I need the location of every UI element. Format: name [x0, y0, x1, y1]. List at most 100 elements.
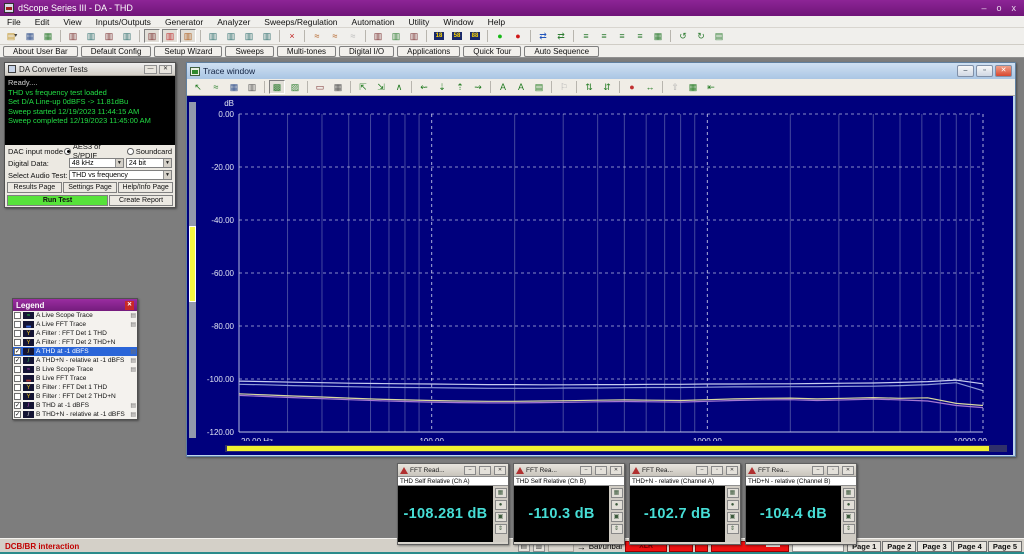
branch-up-icon[interactable]: ⇅ — [581, 80, 597, 94]
legend-checkbox[interactable] — [14, 330, 21, 337]
chart-vertical-scrollbar[interactable] — [189, 102, 196, 438]
io-c-icon[interactable]: ▥ — [241, 29, 257, 43]
zoom-fit-icon[interactable]: ∧ — [391, 80, 407, 94]
meter-minimize-button[interactable]: – — [580, 466, 592, 475]
meter-b-icon[interactable]: ▥ — [388, 29, 404, 43]
da-close-button[interactable]: ✕ — [159, 65, 172, 74]
smooth-trace-icon[interactable]: ≈ — [208, 80, 224, 94]
legend-close-button[interactable]: ✕ — [125, 301, 134, 310]
meter-tool-icon[interactable]: ▣ — [611, 512, 623, 522]
meter-tool-icon[interactable]: ⇕ — [611, 524, 623, 534]
axis-a-icon[interactable]: A — [495, 80, 511, 94]
meter-tool-icon[interactable]: ● — [727, 500, 739, 510]
setup-wizard-button[interactable]: Setup Wizard — [154, 46, 222, 57]
meter-tool-icon[interactable]: ▦ — [495, 488, 507, 498]
meter-minimize-button[interactable]: – — [812, 466, 824, 475]
menu-automation[interactable]: Automation — [345, 17, 402, 27]
pointer-icon[interactable]: ↖ — [190, 80, 206, 94]
ac-coupling-b-icon[interactable]: ≈ — [327, 29, 343, 43]
stop-icon[interactable]: ● — [510, 29, 526, 43]
legend-item-b-thd-n-relative-at-1-dbfs[interactable]: ✓/B THD+N - relative at -1 dBFS▤ — [13, 410, 137, 419]
analyzer-a-icon[interactable]: ▥ — [144, 29, 160, 43]
io-d-icon[interactable]: ▥ — [259, 29, 275, 43]
maximize-button[interactable]: o — [996, 3, 1001, 13]
legend-checkbox[interactable] — [14, 366, 21, 373]
legend-checkbox[interactable]: ✓ — [14, 348, 21, 355]
trace-doc-icon[interactable]: ▤ — [130, 366, 136, 373]
meter-tool-icon[interactable]: ● — [611, 500, 623, 510]
meter-tool-icon[interactable]: ● — [843, 500, 855, 510]
chart-export-icon[interactable]: ▨ — [287, 80, 303, 94]
script-4-icon[interactable]: ≡ — [632, 29, 648, 43]
trace-doc-icon[interactable]: ▤ — [130, 348, 136, 355]
meter-tool-icon[interactable]: ▣ — [495, 512, 507, 522]
flag-icon[interactable]: ⚐ — [556, 80, 572, 94]
save-icon[interactable]: ▦ — [22, 29, 38, 43]
meter-tool-icon[interactable]: ▣ — [727, 512, 739, 522]
legend-item-a-live-fft-trace[interactable]: ▂A Live FFT Trace▤ — [13, 320, 137, 329]
cursor-track-icon[interactable]: ⇤ — [703, 80, 719, 94]
trace-doc-icon[interactable]: ▤ — [130, 312, 136, 319]
meter-maximize-button[interactable]: ▫ — [827, 466, 839, 475]
legend-item-b-live-scope-trace[interactable]: ≈B Live Scope Trace▤ — [13, 365, 137, 374]
trace-close-button[interactable]: ✕ — [995, 65, 1012, 77]
meter-tool-icon[interactable]: ⇕ — [495, 524, 507, 534]
sample-rate-select[interactable]: 48 kHz▼ — [69, 158, 124, 168]
trace-doc-icon[interactable]: ▤ — [130, 411, 136, 418]
menu-sweeps-regulation[interactable]: Sweeps/Regulation — [257, 17, 344, 27]
meter-maximize-button[interactable]: ▫ — [595, 466, 607, 475]
legend-checkbox[interactable] — [14, 321, 21, 328]
meter-tool-icon[interactable]: ▦ — [611, 488, 623, 498]
menu-window[interactable]: Window — [436, 17, 480, 27]
legend-checkbox[interactable] — [14, 375, 21, 382]
meter-titlebar[interactable]: FFT Rea... –▫✕ — [630, 464, 740, 476]
applications-button[interactable]: Applications — [397, 46, 460, 57]
run-icon[interactable]: ● — [492, 29, 508, 43]
save-trace-icon[interactable]: ▦ — [226, 80, 242, 94]
legend-titlebar[interactable]: Legend ✕ — [13, 299, 137, 311]
page-3-button[interactable]: Page 3 — [917, 541, 951, 552]
menu-edit[interactable]: Edit — [28, 17, 57, 27]
aes3-radio[interactable] — [64, 148, 71, 155]
pan-up-icon[interactable]: ⇡ — [452, 80, 468, 94]
menu-utility[interactable]: Utility — [402, 17, 437, 27]
legend-checkbox[interactable] — [14, 312, 21, 319]
transfer-a-icon[interactable]: ⇄ — [535, 29, 551, 43]
undo-icon[interactable]: ↺ — [675, 29, 691, 43]
page-2-button[interactable]: Page 2 — [882, 541, 916, 552]
meter-minimize-button[interactable]: – — [464, 466, 476, 475]
legend-item-a-filter-fft-det-1-thd[interactable]: YA Filter : FFT Det 1 THD — [13, 329, 137, 338]
chart-horizontal-scrollbar[interactable] — [225, 445, 1007, 452]
soundcard-radio[interactable] — [127, 148, 134, 155]
legend-checkbox[interactable]: ✓ — [14, 411, 21, 418]
create-report-button[interactable]: Create Report — [109, 195, 173, 206]
transfer-b-icon[interactable]: ⇄ — [553, 29, 569, 43]
grid-icon[interactable]: ▦ — [330, 80, 346, 94]
settings-page-button[interactable]: Settings Page — [63, 182, 118, 193]
chart-mode-icon[interactable]: ▦ — [685, 80, 701, 94]
menu-generator[interactable]: Generator — [158, 17, 210, 27]
analyzer-c-icon[interactable]: ▥ — [180, 29, 196, 43]
zoom-y-icon[interactable]: ⇲ — [373, 80, 389, 94]
meter-tool-icon[interactable]: ● — [495, 500, 507, 510]
menu-view[interactable]: View — [56, 17, 88, 27]
script-2-icon[interactable]: ≡ — [596, 29, 612, 43]
meter-maximize-button[interactable]: ▫ — [479, 466, 491, 475]
copy-trace-icon[interactable]: ▥ — [244, 80, 260, 94]
meter-maximize-button[interactable]: ▫ — [711, 466, 723, 475]
auto-sequence-button[interactable]: Auto Sequence — [524, 46, 599, 57]
delete-icon[interactable]: × — [284, 29, 300, 43]
overlay-icon[interactable]: ⇧ — [667, 80, 683, 94]
horizontal-scroll-thumb[interactable] — [227, 446, 989, 451]
trace-doc-icon[interactable]: ▤ — [130, 357, 136, 364]
legend-item-b-thd-at-1-dbfs[interactable]: ✓/B THD at -1 dBFS▤ — [13, 401, 137, 410]
generator-a-icon[interactable]: ▥ — [65, 29, 81, 43]
close-button[interactable]: x — [1012, 3, 1017, 13]
branch-down-icon[interactable]: ⇵ — [599, 80, 615, 94]
meter-tool-icon[interactable]: ▣ — [843, 512, 855, 522]
script-3-icon[interactable]: ≡ — [614, 29, 630, 43]
page-5-button[interactable]: Page 5 — [988, 541, 1022, 552]
legend-checkbox[interactable]: ✓ — [14, 357, 21, 364]
trace-doc-icon[interactable]: ▤ — [130, 402, 136, 409]
meter-tool-icon[interactable]: ▦ — [727, 488, 739, 498]
